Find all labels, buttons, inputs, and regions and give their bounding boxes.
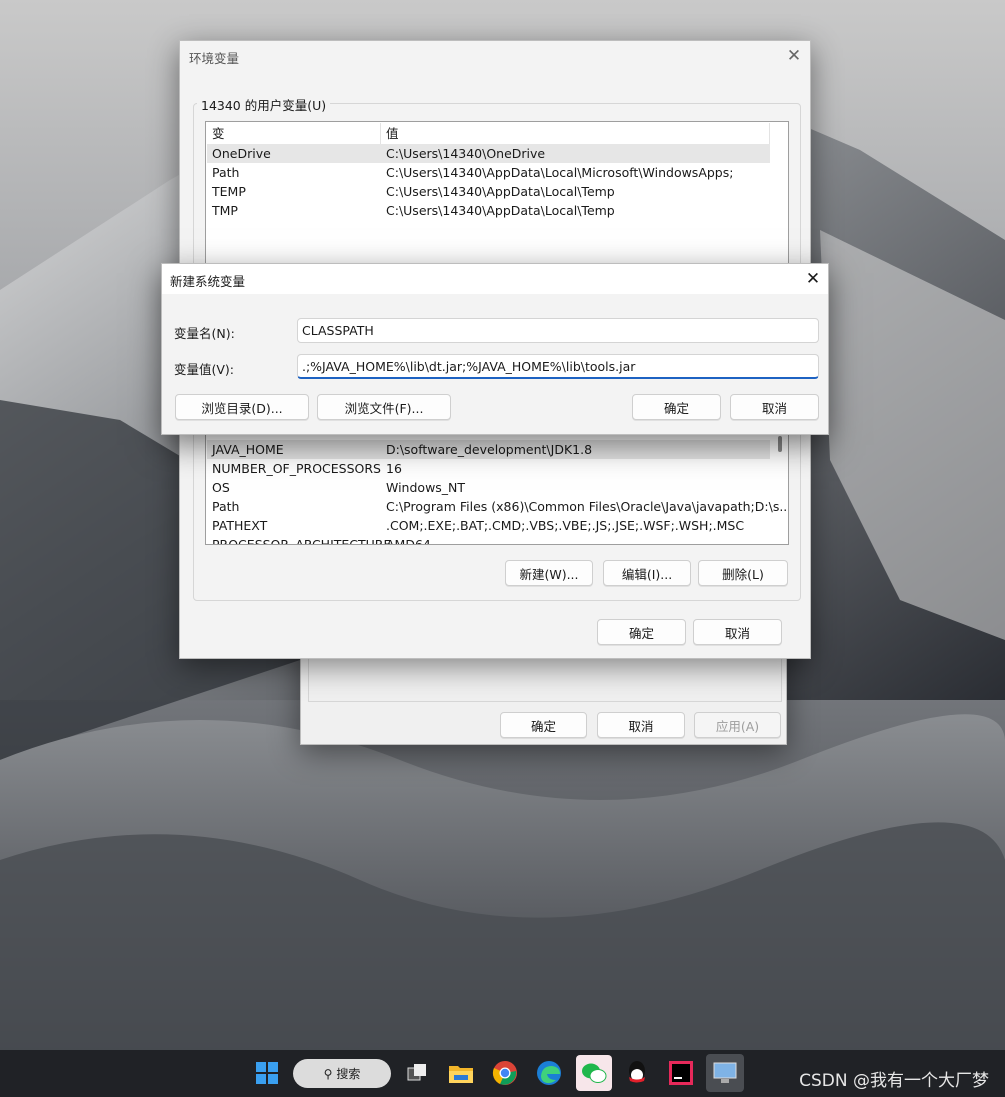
- qq-icon[interactable]: [622, 1058, 652, 1088]
- dialog-titlebar: 新建系统变量 ✕: [162, 264, 828, 294]
- list-item[interactable]: Path C:\Program Files (x86)\Common Files…: [207, 497, 788, 516]
- var-value: C:\Program Files (x86)\Common Files\Orac…: [386, 499, 789, 514]
- var-name: OS: [212, 480, 230, 495]
- chrome-icon[interactable]: [490, 1058, 520, 1088]
- var-name: TMP: [212, 203, 238, 218]
- jetbrains-icon[interactable]: [666, 1058, 696, 1088]
- dialog-ok-button[interactable]: 确定: [632, 394, 721, 420]
- env-titlebar: 环境变量 ✕: [180, 41, 810, 71]
- variable-value-field[interactable]: .;%JAVA_HOME%\lib\dt.jar;%JAVA_HOME%\lib…: [297, 354, 819, 379]
- close-icon[interactable]: ✕: [798, 264, 828, 294]
- windows-start-icon[interactable]: [252, 1058, 282, 1088]
- list-item[interactable]: OS Windows_NT: [207, 478, 770, 497]
- user-vars-group-label: 14340 的用户变量(U): [197, 95, 331, 114]
- var-value: .COM;.EXE;.BAT;.CMD;.VBS;.VBE;.JS;.JSE;.…: [386, 518, 745, 533]
- var-name: NUMBER_OF_PROCESSORS: [212, 461, 381, 476]
- list-item[interactable]: JAVA_HOME D:\software_development\JDK1.8: [207, 440, 770, 459]
- var-name: PATHEXT: [212, 518, 268, 533]
- back-cancel-button[interactable]: 取消: [597, 712, 685, 738]
- variable-value-label: 变量值(V):: [174, 362, 235, 377]
- task-view-icon[interactable]: [402, 1058, 432, 1088]
- taskbar: ⚲ 搜索 CSDN @我有一个大厂梦: [0, 1050, 1005, 1097]
- back-ok-button[interactable]: 确定: [500, 712, 587, 738]
- var-value: Windows_NT: [386, 480, 466, 495]
- column-header-value[interactable]: 值: [386, 123, 399, 144]
- var-value: C:\Users\14340\AppData\Local\Temp: [386, 184, 615, 199]
- apply-button[interactable]: 应用(A): [694, 712, 781, 738]
- var-name: OneDrive: [212, 146, 271, 161]
- file-explorer-icon[interactable]: [446, 1058, 476, 1088]
- env-cancel-button[interactable]: 取消: [693, 619, 782, 645]
- list-item[interactable]: TMP C:\Users\14340\AppData\Local\Temp: [207, 201, 770, 220]
- var-name: JAVA_HOME: [212, 442, 284, 457]
- var-value: C:\Users\14340\OneDrive: [386, 146, 546, 161]
- delete-variable-button[interactable]: 删除(L): [698, 560, 788, 586]
- search-icon: ⚲: [323, 1066, 333, 1081]
- list-item[interactable]: PROCESSOR_ARCHITECTURE AMD64: [207, 535, 770, 545]
- list-item[interactable]: OneDrive C:\Users\14340\OneDrive: [207, 144, 770, 163]
- list-item[interactable]: TEMP C:\Users\14340\AppData\Local\Temp: [207, 182, 770, 201]
- var-value: C:\Users\14340\AppData\Local\Microsoft\W…: [386, 165, 734, 180]
- search-label: 搜索: [336, 1067, 361, 1081]
- new-system-variable-dialog: 新建系统变量 ✕ 变量名(N): CLASSPATH 变量值(V): .;%JA…: [161, 263, 829, 435]
- wechat-icon[interactable]: [576, 1055, 612, 1091]
- var-name: Path: [212, 165, 240, 180]
- edge-icon[interactable]: [534, 1058, 564, 1088]
- variable-name-label: 变量名(N):: [174, 326, 235, 341]
- edit-variable-button[interactable]: 编辑(I)...: [603, 560, 691, 586]
- csdn-watermark: CSDN @我有一个大厂梦: [799, 1071, 989, 1091]
- env-ok-button[interactable]: 确定: [597, 619, 686, 645]
- dialog-cancel-button[interactable]: 取消: [730, 394, 819, 420]
- env-window-title: 环境变量: [189, 51, 240, 66]
- scrollbar-thumb[interactable]: [778, 436, 782, 452]
- list-item[interactable]: Path C:\Users\14340\AppData\Local\Micros…: [207, 163, 770, 182]
- list-item[interactable]: PATHEXT .COM;.EXE;.BAT;.CMD;.VBS;.VBE;.J…: [207, 516, 770, 535]
- var-value: 16: [386, 461, 402, 476]
- var-name: TEMP: [212, 184, 246, 199]
- control-panel-icon[interactable]: [706, 1054, 744, 1092]
- var-value: AMD64: [386, 537, 431, 545]
- column-separator: [380, 123, 381, 144]
- browse-file-button[interactable]: 浏览文件(F)...: [317, 394, 451, 420]
- close-icon[interactable]: ✕: [778, 41, 810, 71]
- var-value: D:\software_development\JDK1.8: [386, 442, 593, 457]
- dialog-title: 新建系统变量: [170, 274, 246, 289]
- user-vars-list[interactable]: 变量 值 OneDrive C:\Users\14340\OneDrive Pa…: [205, 121, 789, 271]
- var-name: Path: [212, 499, 240, 514]
- var-name: PROCESSOR_ARCHITECTURE: [212, 537, 392, 545]
- new-variable-button[interactable]: 新建(W)...: [505, 560, 593, 586]
- column-separator: [769, 123, 770, 144]
- var-value: C:\Users\14340\AppData\Local\Temp: [386, 203, 615, 218]
- system-vars-list[interactable]: JAVA_HOME D:\software_development\JDK1.8…: [205, 421, 789, 545]
- taskbar-search[interactable]: ⚲ 搜索: [293, 1059, 391, 1088]
- list-item[interactable]: NUMBER_OF_PROCESSORS 16: [207, 459, 770, 478]
- browse-directory-button[interactable]: 浏览目录(D)...: [175, 394, 309, 420]
- variable-name-field[interactable]: CLASSPATH: [297, 318, 819, 343]
